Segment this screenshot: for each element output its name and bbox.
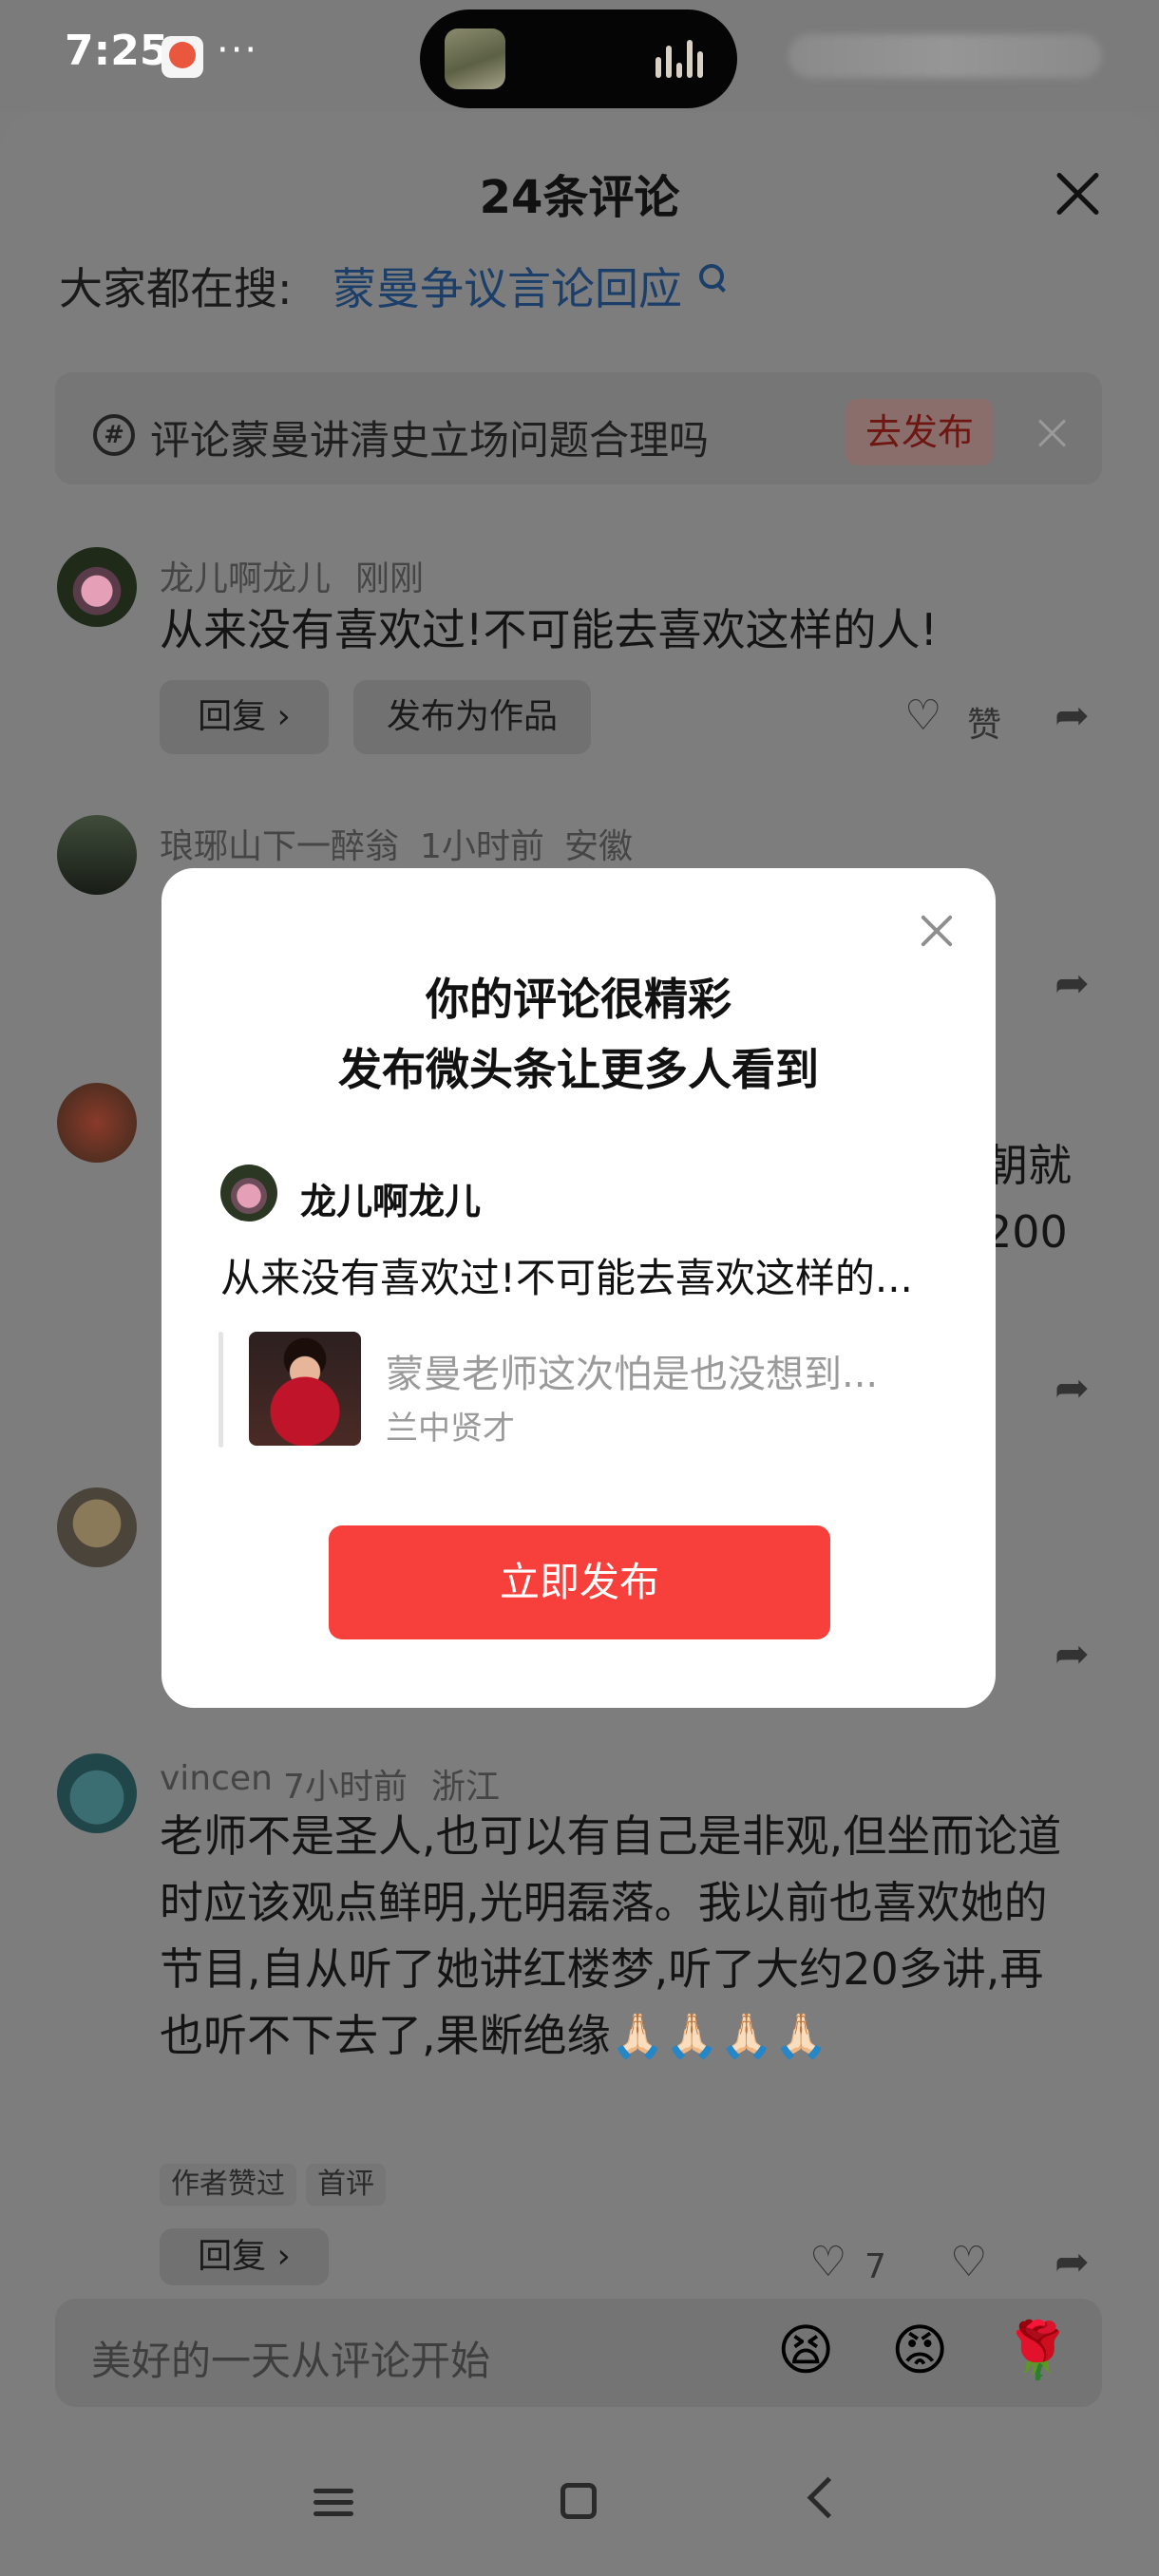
share-icon[interactable]: ➦ xyxy=(1054,691,1090,740)
topic-text: 评论蒙曼讲清史立场问题合理吗 xyxy=(150,417,710,464)
comment-text: 从来没有喜欢过!不可能去喜欢这样的人! xyxy=(160,604,938,655)
heart-icon[interactable]: ♡ xyxy=(809,2238,846,2286)
topic-publish-button[interactable]: 去发布 xyxy=(846,399,994,465)
heart-icon[interactable]: ♡ xyxy=(904,691,941,740)
dialog-user-name: 龙儿啊龙儿 xyxy=(300,1181,482,1222)
dialog-title-line1: 你的评论很精彩 xyxy=(426,974,732,1025)
comment-time: 7小时前 xyxy=(283,1768,408,1807)
avatar[interactable] xyxy=(57,1753,137,1833)
first-comment-tag: 首评 xyxy=(306,2164,386,2206)
status-icons xyxy=(788,34,1102,78)
comment-time: 1小时前 xyxy=(420,827,544,866)
emoji-tired-icon[interactable]: 😫 xyxy=(777,2318,834,2382)
avatar[interactable] xyxy=(57,1083,137,1163)
comment-location: 安徽 xyxy=(564,827,634,866)
comment-time: 刚刚 xyxy=(355,559,425,598)
publish-as-post-button[interactable]: 发布为作品 xyxy=(353,680,591,754)
nav-menu-icon[interactable] xyxy=(314,2489,353,2517)
reply-button[interactable]: 回复 › xyxy=(160,680,329,754)
dialog-close-icon[interactable] xyxy=(920,914,954,948)
comment-text-fragment: 朝就 xyxy=(984,1140,1072,1191)
more-notifications-icon: ··· xyxy=(217,28,259,72)
nav-home-icon[interactable] xyxy=(560,2483,597,2519)
quote-text: 蒙曼老师这次怕是也没想到... xyxy=(386,1353,879,1396)
emoji-rose-icon[interactable]: 🌹 xyxy=(1003,2318,1072,2383)
dislike-icon[interactable]: ♡ xyxy=(950,2238,987,2286)
app-notification-icon xyxy=(162,36,203,78)
quote-thumbnail xyxy=(249,1332,361,1446)
reply-label: 回复 xyxy=(198,2237,267,2276)
publish-now-button[interactable]: 立即发布 xyxy=(329,1525,830,1639)
comment-author[interactable]: 龙儿啊龙儿 xyxy=(160,551,331,600)
media-thumbnail xyxy=(445,28,505,89)
close-icon[interactable] xyxy=(1053,169,1102,218)
avatar[interactable] xyxy=(57,1487,137,1567)
reply-label: 回复 xyxy=(198,697,267,736)
comment-location: 浙江 xyxy=(431,1768,501,1807)
comment-author[interactable]: 琅琊山下一醉翁 xyxy=(160,819,399,868)
comment-author[interactable]: vincen xyxy=(160,1759,273,1798)
quote-author: 兰中贤才 xyxy=(386,1410,515,1448)
search-icon xyxy=(699,264,724,289)
reply-button[interactable]: 回复 › xyxy=(160,2228,329,2285)
comment-input-placeholder: 美好的一天从评论开始 xyxy=(91,2338,491,2384)
dialog-title-line2: 发布微头条让更多人看到 xyxy=(338,1044,819,1095)
avatar xyxy=(220,1165,277,1222)
topic-close-icon[interactable] xyxy=(1037,418,1068,448)
hot-search-label: 大家都在搜: xyxy=(59,263,293,314)
avatar[interactable] xyxy=(57,815,137,895)
share-icon[interactable]: ➦ xyxy=(1054,1630,1090,1678)
sheet-title: 24条评论 xyxy=(479,171,680,224)
emoji-angry-icon[interactable]: 😡 xyxy=(891,2318,948,2382)
like-label[interactable]: 赞 xyxy=(967,697,1001,747)
avatar[interactable] xyxy=(57,547,137,627)
comment-text: 老师不是圣人,也可以有自己是非观,但坐而论道时应该观点鲜明,光明磊落。我以前也喜… xyxy=(160,1810,1062,2061)
hot-search-link[interactable]: 蒙曼争议言论回应 xyxy=(332,255,682,317)
share-icon[interactable]: ➦ xyxy=(1054,1364,1090,1412)
quote-divider xyxy=(218,1332,223,1448)
comment-text-fragment: 200 xyxy=(984,1206,1068,1258)
hashtag-icon: # xyxy=(93,414,135,456)
share-icon[interactable]: ➦ xyxy=(1054,959,1090,1008)
like-count: 7 xyxy=(864,2247,886,2286)
author-liked-tag: 作者赞过 xyxy=(160,2164,296,2206)
share-icon[interactable]: ➦ xyxy=(1054,2238,1090,2286)
status-time: 7:25 xyxy=(65,27,169,75)
audio-wave-icon xyxy=(656,40,705,78)
dialog-comment-preview: 从来没有喜欢过!不可能去喜欢这样的... xyxy=(220,1255,913,1301)
